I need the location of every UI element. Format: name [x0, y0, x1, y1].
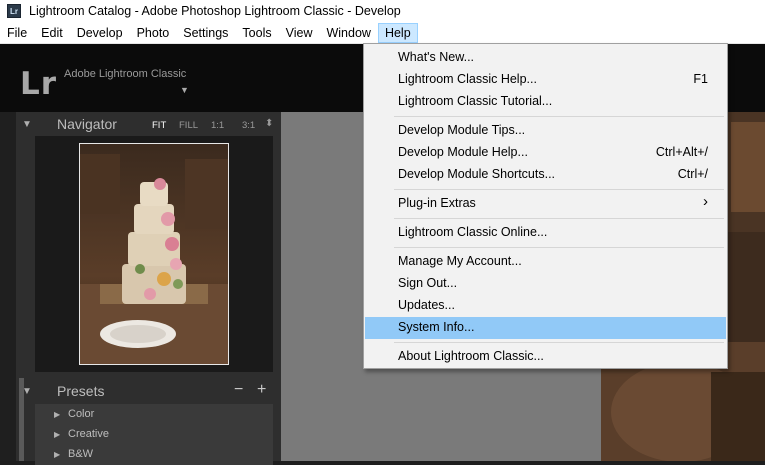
- presets-title: Presets: [57, 383, 105, 399]
- menu-item-label: Develop Module Tips...: [398, 123, 526, 137]
- menu-item-label: Lightroom Classic Online...: [398, 225, 548, 239]
- submenu-arrow-icon: ›: [703, 193, 708, 210]
- menu-item-plug-in-extras[interactable]: Plug-in Extras ›: [365, 193, 726, 215]
- menu-develop[interactable]: Develop: [70, 23, 130, 43]
- preset-group-creative[interactable]: Creative: [68, 428, 109, 440]
- menu-separator: [394, 218, 724, 219]
- navigator-thumbnail[interactable]: [79, 143, 229, 365]
- menu-item-label: Develop Module Help...: [398, 145, 528, 159]
- menu-settings[interactable]: Settings: [176, 23, 235, 43]
- menu-item-label: Lightroom Classic Help...: [398, 72, 537, 86]
- menu-bar: File Edit Develop Photo Settings Tools V…: [0, 22, 765, 44]
- menu-edit[interactable]: Edit: [34, 23, 70, 43]
- presets-collapse-icon[interactable]: ▼: [22, 386, 32, 397]
- menu-item-shortcut: F1: [693, 72, 708, 86]
- brand-name: Adobe Lightroom Classic: [64, 68, 187, 80]
- menu-item-develop-module-shortcuts[interactable]: Develop Module Shortcuts... Ctrl+/: [365, 164, 726, 186]
- menu-separator: [394, 342, 724, 343]
- menu-item-lightroom-classic-online[interactable]: Lightroom Classic Online...: [365, 222, 726, 244]
- menu-item-about-lightroom-classic[interactable]: About Lightroom Classic...: [365, 346, 726, 368]
- preset-expand-icon[interactable]: ▶: [54, 410, 60, 419]
- preset-group-bw[interactable]: B&W: [68, 448, 93, 460]
- help-menu-dropdown: What's New... Lightroom Classic Help... …: [363, 43, 728, 369]
- menu-item-label: What's New...: [398, 50, 475, 64]
- menu-item-label: Plug-in Extras: [398, 196, 476, 210]
- menu-separator: [394, 189, 724, 190]
- menu-photo[interactable]: Photo: [130, 23, 177, 43]
- menu-separator: [394, 247, 724, 248]
- menu-item-manage-my-account[interactable]: Manage My Account...: [365, 251, 726, 273]
- zoom-stepper-icon[interactable]: ⬍: [265, 118, 273, 129]
- nav-option-1-1[interactable]: 1:1: [211, 120, 224, 131]
- menu-item-whats-new[interactable]: What's New...: [365, 47, 726, 69]
- menu-view[interactable]: View: [279, 23, 320, 43]
- menu-item-lightroom-classic-help[interactable]: Lightroom Classic Help... F1: [365, 69, 726, 91]
- lr-logo: Lr: [20, 66, 58, 102]
- window-title: Lightroom Catalog - Adobe Photoshop Ligh…: [29, 4, 401, 18]
- menu-item-shortcut: Ctrl+Alt+/: [655, 145, 708, 159]
- preset-expand-icon[interactable]: ▶: [54, 450, 60, 459]
- nav-option-3-1[interactable]: 3:1: [242, 120, 255, 131]
- remove-preset-button[interactable]: −: [234, 381, 243, 399]
- menu-item-label: Lightroom Classic Tutorial...: [398, 94, 553, 108]
- title-bar: Lr Lightroom Catalog - Adobe Photoshop L…: [0, 0, 765, 22]
- menu-item-develop-module-tips[interactable]: Develop Module Tips...: [365, 120, 726, 142]
- menu-item-system-info[interactable]: System Info...: [365, 317, 726, 339]
- navigator-collapse-icon[interactable]: ▼: [22, 119, 32, 130]
- menu-item-shortcut: Ctrl+/: [677, 167, 708, 181]
- identity-dropdown-caret-icon[interactable]: ▼: [180, 85, 189, 95]
- menu-file[interactable]: File: [0, 23, 34, 43]
- preset-expand-icon[interactable]: ▶: [54, 430, 60, 439]
- menu-item-label: About Lightroom Classic...: [398, 349, 544, 363]
- nav-option-fill[interactable]: FILL: [179, 120, 198, 131]
- menu-window[interactable]: Window: [319, 23, 377, 43]
- lightroom-app-icon: Lr: [7, 4, 21, 18]
- left-panel-edge: [0, 112, 16, 461]
- menu-item-develop-module-help[interactable]: Develop Module Help... Ctrl+Alt+/: [365, 142, 726, 164]
- menu-item-label: System Info...: [398, 320, 475, 334]
- menu-item-updates[interactable]: Updates...: [365, 295, 726, 317]
- nav-option-fit[interactable]: FIT: [152, 120, 166, 131]
- menu-item-lightroom-classic-tutorial[interactable]: Lightroom Classic Tutorial...: [365, 91, 726, 113]
- menu-separator: [394, 116, 724, 117]
- menu-help[interactable]: Help: [377, 22, 418, 43]
- preset-group-color[interactable]: Color: [68, 408, 94, 420]
- navigator-title: Navigator: [57, 116, 117, 132]
- menu-item-sign-out[interactable]: Sign Out...: [365, 273, 726, 295]
- menu-item-label: Sign Out...: [398, 276, 458, 290]
- menu-item-label: Manage My Account...: [398, 254, 522, 268]
- menu-item-label: Updates...: [398, 298, 455, 312]
- add-preset-button[interactable]: +: [257, 381, 266, 399]
- menu-tools[interactable]: Tools: [235, 23, 278, 43]
- menu-item-label: Develop Module Shortcuts...: [398, 167, 556, 181]
